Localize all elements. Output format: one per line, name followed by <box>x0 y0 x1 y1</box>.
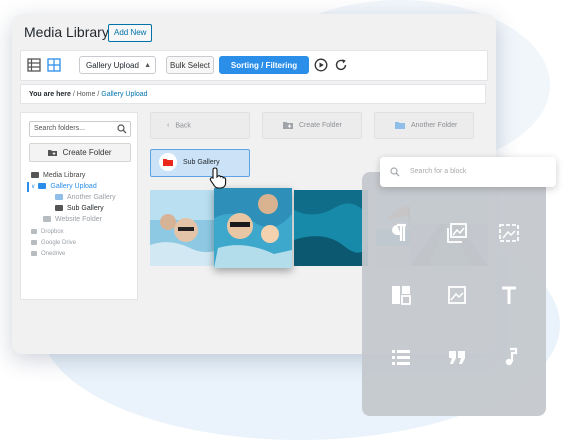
block-inserter-panel <box>362 172 546 416</box>
add-new-button[interactable]: Add New <box>108 24 153 42</box>
gallery-icon[interactable] <box>446 222 468 244</box>
folder-icon <box>159 153 177 172</box>
breadcrumb-prefix: You are here <box>29 91 71 98</box>
quote-icon[interactable] <box>446 346 468 368</box>
chevron-left-icon: ‹ <box>167 122 170 129</box>
chevron-down-icon: ∨ <box>31 184 36 190</box>
breadcrumb-gallery-upload[interactable]: Gallery Upload <box>101 91 147 98</box>
gallery-select[interactable]: Gallery Upload ▲︎ <box>79 56 156 74</box>
folder-icon <box>31 172 39 179</box>
folder-search-input[interactable]: Search folders... <box>29 121 131 137</box>
paragraph-icon[interactable] <box>388 222 410 244</box>
block-search-input[interactable]: Search for a block <box>380 157 556 187</box>
teal-water-photo[interactable] <box>294 190 368 266</box>
tree-item-google-drive[interactable]: Google Drive <box>31 238 76 248</box>
search-icon <box>390 167 400 177</box>
search-icon <box>117 124 127 134</box>
another-folder-tile[interactable]: Another Folder <box>374 112 474 139</box>
onedrive-icon <box>31 250 37 256</box>
cover-icon[interactable] <box>498 222 520 244</box>
audio-icon[interactable] <box>500 346 522 368</box>
dropbox-icon <box>31 228 37 234</box>
create-folder-tile[interactable]: Create Folder <box>262 112 362 139</box>
folder-icon <box>43 216 51 223</box>
heading-icon[interactable] <box>498 284 520 306</box>
swimming-photo-dragged[interactable] <box>214 188 292 268</box>
image-icon[interactable] <box>446 284 468 306</box>
grid-view-icon[interactable] <box>47 58 61 72</box>
toolbar: Gallery Upload ▲︎ Bulk Select Sorting / … <box>20 50 488 81</box>
tree-item-sub-gallery[interactable]: Sub Gallery <box>55 204 104 214</box>
page-title: Media Library <box>24 24 109 40</box>
folder-icon <box>55 194 63 201</box>
folder-sidebar: Search folders... Create Folder Media Li… <box>20 112 138 300</box>
block-search-placeholder: Search for a block <box>410 168 467 175</box>
columns-icon[interactable] <box>390 284 412 306</box>
list-view-icon[interactable] <box>27 58 41 72</box>
folder-icon <box>395 122 405 130</box>
sub-gallery-folder[interactable]: Sub Gallery <box>150 149 250 177</box>
refresh-icon[interactable] <box>334 58 348 72</box>
folder-icon <box>55 205 63 212</box>
folder-icon <box>38 183 47 190</box>
chevron-updown-icon: ▲︎ <box>144 62 151 69</box>
tree-item-gallery-upload[interactable]: ∨ Gallery Upload <box>27 182 97 192</box>
breadcrumb: You are here / Home / Gallery Upload <box>20 84 486 104</box>
folder-search-placeholder: Search folders... <box>34 125 85 132</box>
play-icon[interactable] <box>314 58 328 72</box>
tree-item-dropbox[interactable]: Dropbox <box>31 227 64 237</box>
back-tile[interactable]: ‹ Back <box>150 112 250 139</box>
tree-item-website-folder[interactable]: Website Folder <box>43 215 102 225</box>
google-drive-icon <box>31 239 37 245</box>
list-icon[interactable] <box>390 346 412 368</box>
create-folder-label: Create Folder <box>62 148 112 157</box>
tree-item-another-gallery[interactable]: Another Gallery <box>55 193 116 203</box>
tree-item-onedrive[interactable]: Onedrive <box>31 249 65 259</box>
breadcrumb-home[interactable]: Home <box>77 91 96 98</box>
gallery-select-value: Gallery Upload <box>86 61 139 70</box>
folder-plus-icon <box>283 122 293 130</box>
folder-plus-icon <box>48 150 58 156</box>
create-folder-button[interactable]: Create Folder <box>29 143 131 162</box>
hand-cursor-icon <box>209 167 227 189</box>
tree-item-media-library[interactable]: Media Library <box>31 171 85 181</box>
sorting-filtering-button[interactable]: Sorting / Filtering <box>219 56 309 74</box>
bulk-select-button[interactable]: Bulk Select <box>166 56 214 74</box>
